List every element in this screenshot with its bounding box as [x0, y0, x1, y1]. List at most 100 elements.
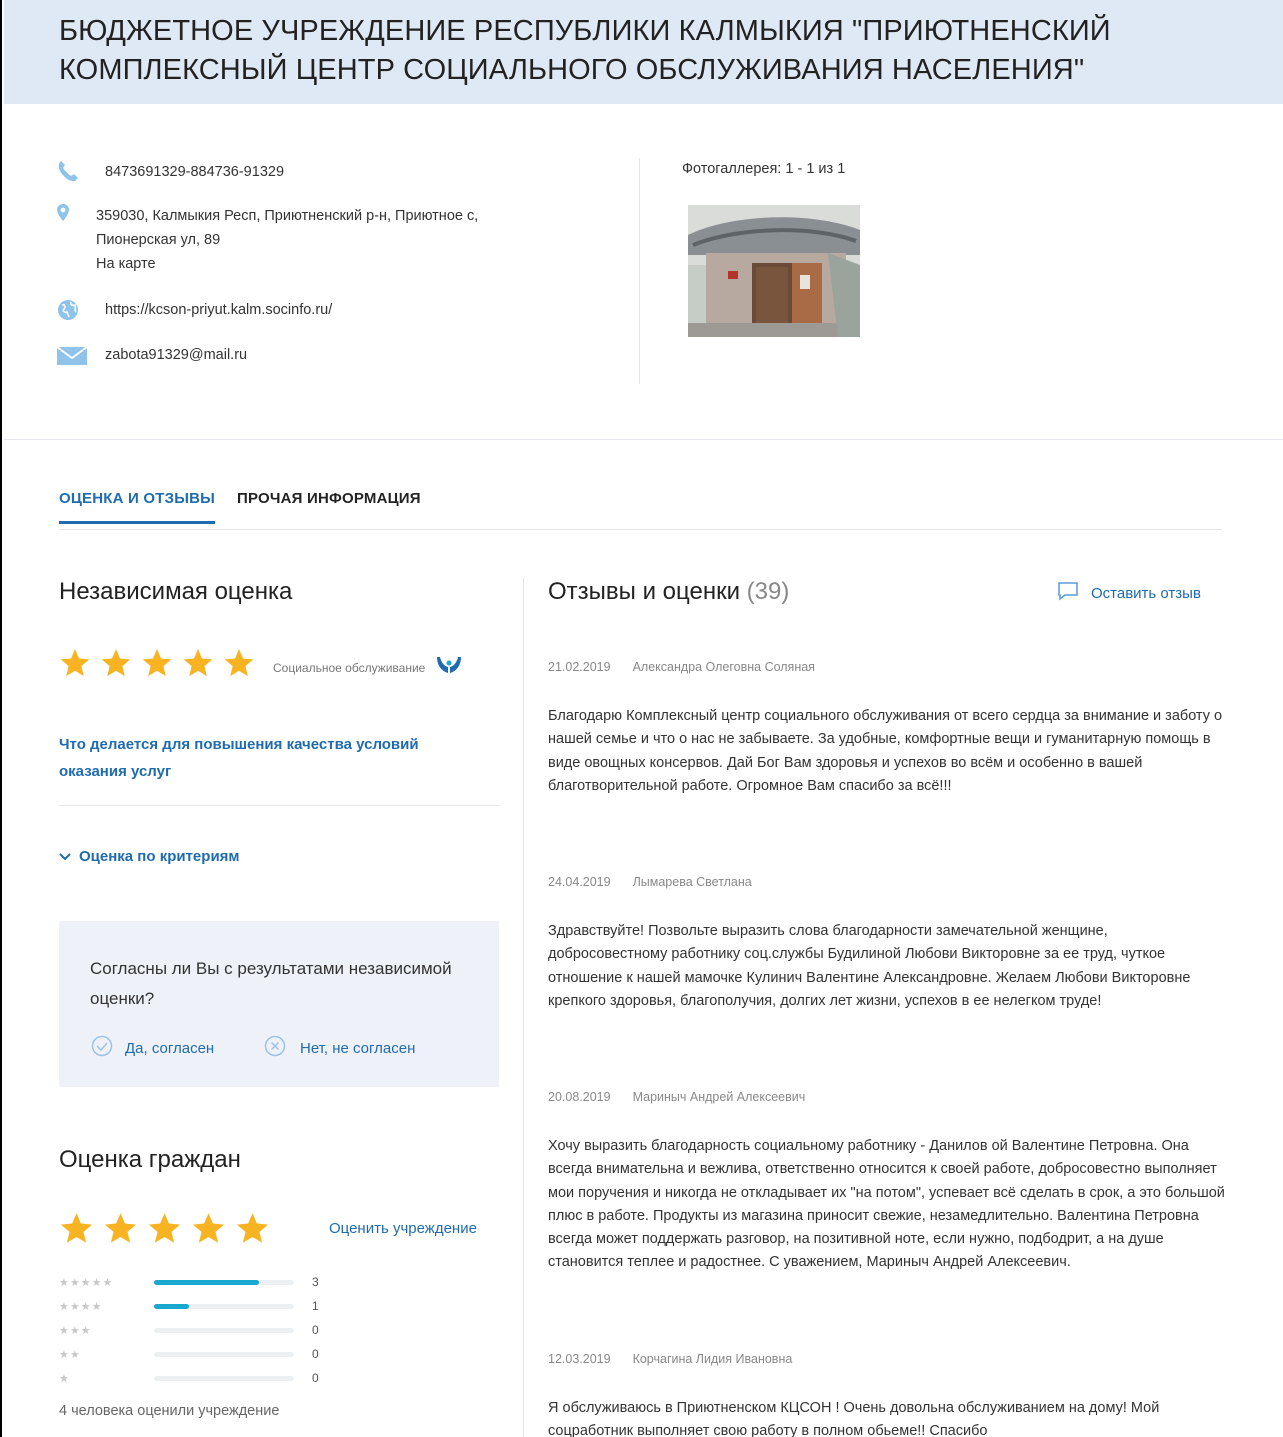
independent-rating-stars — [59, 647, 264, 684]
review-text: Благодарю Комплексный центр социального … — [548, 708, 1223, 794]
rate-institution-link[interactable]: Оценить учреждение — [329, 1220, 477, 1237]
star-icon — [182, 647, 219, 684]
distribution-row: ★ 0 — [59, 1366, 339, 1390]
phone-number: 8473691329-884736-91329 — [105, 164, 285, 180]
review-author: Мариныч Андрей Алексеевич — [632, 1090, 806, 1104]
website-row: https://kcson-priyut.kalm.socinfo.ru/ — [57, 298, 332, 322]
mail-icon — [57, 343, 87, 367]
distribution-bar — [154, 1328, 294, 1333]
citizens-rating-stars — [59, 1211, 279, 1251]
reviews-title: Отзывы и оценки (39) — [548, 578, 789, 606]
review-date: 12.03.2019 — [548, 1352, 611, 1366]
citizens-rating-title: Оценка граждан — [59, 1146, 241, 1173]
review-author: Александра Олеговна Соляная — [632, 660, 815, 674]
care-hands-icon — [435, 655, 463, 680]
map-link[interactable]: На карте — [96, 252, 478, 276]
leave-review-button[interactable]: Оставить отзыв — [1057, 581, 1201, 605]
email-link[interactable]: zabota91329@mail.ru — [105, 343, 247, 367]
photo-gallery: Фотогаллерея: 1 - 1 из 1 — [682, 161, 860, 337]
chevron-down-icon — [59, 848, 71, 865]
review-meta: 21.02.2019 Александра Олеговна Соляная — [548, 660, 815, 674]
category-text: Социальное обслуживание — [273, 660, 426, 675]
star-icon — [59, 647, 96, 684]
globe-icon — [57, 298, 87, 322]
improve-divider — [59, 805, 499, 806]
section-divider — [4, 439, 1283, 440]
review-date: 24.04.2019 — [548, 875, 611, 889]
distribution-bar-fill — [154, 1280, 259, 1285]
rated-count-text: 4 человека оценили учреждение — [59, 1403, 280, 1419]
reviews-title-text: Отзывы и оценки — [548, 578, 740, 605]
category-label: Социальное обслуживание — [273, 655, 463, 680]
page-title: БЮДЖЕТНОЕ УЧРЕЖДЕНИЕ РЕСПУБЛИКИ КАЛМЫКИЯ… — [59, 15, 1111, 86]
contacts-divider — [639, 158, 640, 384]
star-icon — [191, 1211, 231, 1251]
review-meta: 24.04.2019 Лымарева Светлана — [548, 875, 752, 889]
distribution-bar-fill — [154, 1304, 189, 1309]
distribution-stars: ★ — [59, 1372, 70, 1385]
criteria-label: Оценка по критериям — [79, 848, 240, 865]
distribution-row: ★★★★★ 3 — [59, 1270, 339, 1294]
comment-icon — [1057, 581, 1079, 605]
review-text: Хочу выразить благодарность социальному … — [548, 1138, 1225, 1271]
criteria-toggle[interactable]: Оценка по критериям — [59, 848, 240, 865]
distribution-stars: ★★★★ — [59, 1300, 103, 1313]
phone-row: 8473691329-884736-91329 — [57, 160, 284, 184]
address-row: 359030, Калмыкия Респ, Приютненский р-н,… — [57, 204, 478, 276]
reviews-count: (39) — [746, 578, 790, 605]
tab-bar: ОЦЕНКА И ОТЗЫВЫ ПРОЧАЯ ИНФОРМАЦИЯ — [59, 490, 443, 524]
distribution-bar — [154, 1304, 294, 1309]
distribution-row: ★★ 0 — [59, 1342, 339, 1366]
page-header: БЮДЖЕТНОЕ УЧРЕЖДЕНИЕ РЕСПУБЛИКИ КАЛМЫКИЯ… — [4, 0, 1283, 104]
agree-question: Согласны ли Вы с результатами независимо… — [90, 959, 452, 1008]
distribution-bar — [154, 1352, 294, 1357]
gallery-caption: Фотогаллерея: 1 - 1 из 1 — [682, 161, 846, 177]
distribution-count: 1 — [312, 1299, 319, 1313]
distribution-stars: ★★★★★ — [59, 1276, 114, 1289]
cross-circle-icon — [264, 1035, 286, 1061]
tab-other-info[interactable]: ПРОЧАЯ ИНФОРМАЦИЯ — [237, 490, 421, 524]
review-text: Я обслуживаюсь в Приютненском КЦСОН ! Оч… — [548, 1400, 1160, 1437]
star-icon — [103, 1211, 143, 1251]
agree-no-button[interactable]: Нет, не согласен — [264, 1035, 415, 1061]
distribution-count: 0 — [312, 1371, 319, 1385]
tab-ratings-reviews[interactable]: ОЦЕНКА И ОТЗЫВЫ — [59, 490, 215, 524]
gallery-photo[interactable] — [688, 205, 860, 337]
website-link[interactable]: https://kcson-priyut.kalm.socinfo.ru/ — [105, 298, 332, 322]
location-pin-icon — [57, 204, 87, 228]
phone-icon — [57, 160, 87, 184]
review-date: 20.08.2019 — [548, 1090, 611, 1104]
address-line-2: Пионерская ул, 89 — [96, 232, 221, 248]
tab-bar-underline — [59, 529, 1222, 530]
distribution-count: 3 — [312, 1275, 319, 1289]
agree-yes-label: Да, согласен — [125, 1039, 215, 1057]
distribution-count: 0 — [312, 1323, 319, 1337]
distribution-bar — [154, 1280, 294, 1285]
leave-review-label: Оставить отзыв — [1091, 584, 1201, 602]
address-line-1: 359030, Калмыкия Респ, Приютненский р-н,… — [96, 208, 479, 224]
review-date: 21.02.2019 — [548, 660, 611, 674]
email-row: zabota91329@mail.ru — [57, 343, 247, 367]
star-icon — [141, 647, 178, 684]
quality-improvement-link[interactable]: Что делается для повышения качества усло… — [59, 731, 489, 785]
agree-yes-button[interactable]: Да, согласен — [91, 1035, 214, 1061]
distribution-stars: ★★★ — [59, 1324, 92, 1337]
independent-rating-title: Независимая оценка — [59, 578, 293, 605]
agree-no-label: Нет, не согласен — [300, 1039, 416, 1057]
distribution-row: ★★★ 0 — [59, 1318, 339, 1342]
distribution-count: 0 — [312, 1347, 319, 1361]
star-icon — [147, 1211, 187, 1251]
star-icon — [235, 1211, 275, 1251]
agree-panel: Согласны ли Вы с результатами независимо… — [59, 921, 499, 1087]
review-meta: 12.03.2019 Корчагина Лидия Ивановна — [548, 1352, 792, 1366]
column-divider — [523, 578, 524, 1437]
review-author: Корчагина Лидия Ивановна — [632, 1352, 793, 1366]
star-icon — [223, 647, 260, 684]
distribution-bar — [154, 1376, 294, 1381]
review-author: Лымарева Светлана — [632, 875, 752, 889]
star-icon — [100, 647, 137, 684]
distribution-stars: ★★ — [59, 1348, 81, 1361]
distribution-row: ★★★★ 1 — [59, 1294, 339, 1318]
check-circle-icon — [91, 1035, 113, 1061]
page-frame: БЮДЖЕТНОЕ УЧРЕЖДЕНИЕ РЕСПУБЛИКИ КАЛМЫКИЯ… — [0, 0, 1283, 1437]
